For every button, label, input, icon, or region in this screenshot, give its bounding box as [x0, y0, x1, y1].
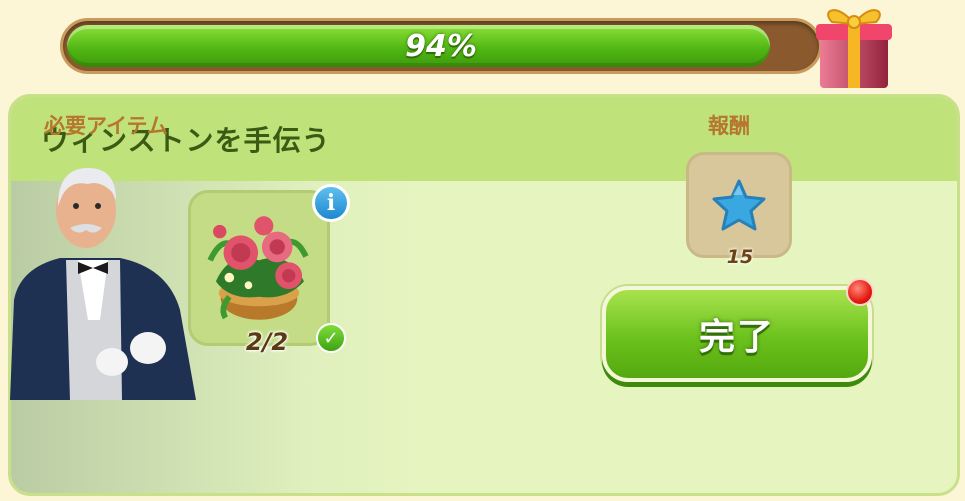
- blue-star-icon: [712, 179, 766, 231]
- complete-button-label: 完了: [698, 317, 775, 358]
- progress-percent: 94%: [405, 28, 477, 64]
- required-items-label: 必要アイテム: [44, 114, 168, 138]
- progress-bar: 94%: [60, 18, 822, 74]
- peony-flower-pot-icon: [207, 216, 309, 320]
- info-icon[interactable]: i: [312, 184, 350, 222]
- reward-label: 報酬: [708, 114, 750, 138]
- reward-card: [686, 152, 792, 258]
- required-item-card[interactable]: [188, 190, 330, 346]
- checkmark-icon: ✓: [316, 323, 346, 353]
- reward-amount: 15: [726, 246, 754, 268]
- gift-box-icon[interactable]: [812, 0, 896, 92]
- item-count: 2/2: [245, 328, 289, 356]
- complete-button[interactable]: 完了: [602, 286, 872, 382]
- notification-dot: [846, 278, 874, 306]
- butler-character: [10, 168, 196, 400]
